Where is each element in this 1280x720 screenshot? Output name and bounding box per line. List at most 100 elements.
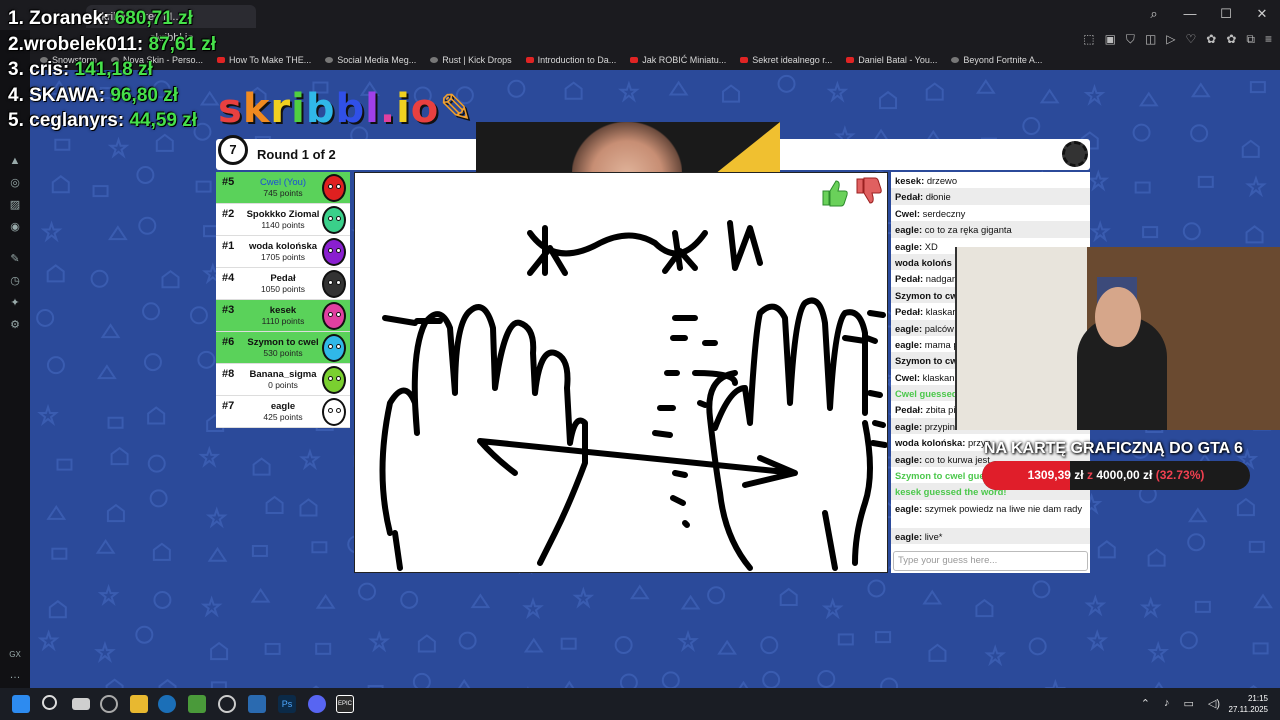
doodle-shape bbox=[707, 586, 726, 605]
minimize-icon[interactable]: — bbox=[1182, 6, 1198, 22]
doodle-shape bbox=[142, 302, 161, 321]
doodle-shape bbox=[1028, 637, 1047, 656]
player-name: Banana_sigma bbox=[249, 369, 317, 380]
address-bar: skribbl.io ⬚ ▣ ⛉ ◫ ▷ ♡ ✿ ✿ ⧉ ≡ bbox=[30, 28, 1280, 50]
doodle-shape bbox=[1087, 169, 1110, 192]
pen-icon[interactable]: ✎ bbox=[8, 252, 22, 266]
close-icon[interactable]: ✕ bbox=[1254, 6, 1270, 22]
doodle-shape bbox=[677, 629, 699, 652]
file-explorer-icon[interactable] bbox=[130, 695, 148, 713]
discord-icon[interactable] bbox=[308, 695, 326, 713]
bookmark-item[interactable]: Sekret idealnego r... bbox=[740, 55, 832, 65]
davinci-icon[interactable] bbox=[248, 695, 266, 713]
doodle-shape bbox=[264, 642, 281, 655]
gx-control-icon[interactable]: ◎ bbox=[8, 176, 22, 190]
extension-icon[interactable]: ◫ bbox=[1145, 32, 1156, 47]
player-points: 745 points bbox=[263, 188, 303, 198]
doodle-shape bbox=[837, 633, 854, 646]
chat-text: klaskan bbox=[922, 371, 955, 383]
doodle-shape bbox=[37, 403, 59, 426]
player-avatar bbox=[322, 174, 346, 202]
steam-icon[interactable] bbox=[158, 695, 176, 713]
doodle-shape bbox=[152, 542, 171, 561]
windows-start-icon[interactable] bbox=[12, 695, 30, 713]
more-icon[interactable]: … bbox=[8, 668, 22, 682]
search-icon[interactable] bbox=[42, 695, 57, 710]
player-row[interactable]: #4 Pedał 1050 points bbox=[216, 268, 350, 300]
aria-icon[interactable]: ▲ bbox=[8, 154, 22, 168]
player-row[interactable]: #3 kesek 1110 points bbox=[216, 300, 350, 332]
microphone-icon[interactable]: ♪ bbox=[1164, 697, 1170, 710]
bookmark-item[interactable]: How To Make THE... bbox=[217, 55, 311, 65]
player-row[interactable]: #1 woda kolońska 1705 points bbox=[216, 236, 350, 268]
messenger-icon[interactable]: ◉ bbox=[8, 220, 22, 234]
youtube-icon bbox=[740, 57, 749, 63]
extension-icon[interactable]: ✿ bbox=[1206, 32, 1216, 47]
puzzle-icon[interactable]: ⧉ bbox=[1246, 32, 1255, 47]
search-icon[interactable]: ⌕ bbox=[1146, 6, 1162, 22]
extension-icon[interactable]: ▣ bbox=[1105, 32, 1116, 47]
guess-input[interactable]: Type your guess here... bbox=[893, 551, 1088, 571]
doodle-shape bbox=[1039, 88, 1060, 104]
taskbar-clock[interactable]: 21:15 27.11.2025 bbox=[1229, 693, 1268, 715]
shield-icon[interactable]: ⛉ bbox=[1126, 32, 1135, 47]
settings-gear-icon[interactable] bbox=[1062, 141, 1088, 167]
settings-icon[interactable]: ⚙ bbox=[8, 318, 22, 332]
bookmark-item[interactable]: Introduction to Da... bbox=[525, 55, 616, 65]
drawing-canvas[interactable] bbox=[354, 172, 888, 573]
epic-games-icon[interactable]: EPIC bbox=[336, 695, 354, 713]
player-row[interactable]: #5 Cwel (You) 745 points bbox=[216, 172, 350, 204]
doodle-shape bbox=[210, 641, 229, 661]
maximize-icon[interactable]: ☐ bbox=[1218, 6, 1234, 22]
extensions-icon[interactable]: ✦ bbox=[8, 296, 22, 310]
player-row[interactable]: #7 eagle 425 points bbox=[216, 396, 350, 428]
opera-gx-icon[interactable] bbox=[100, 695, 118, 713]
minecraft-icon[interactable] bbox=[188, 695, 206, 713]
doodle-shape bbox=[1190, 124, 1209, 143]
bookmark-item[interactable]: Jak ROBIĆ Miniatu... bbox=[630, 55, 726, 65]
player-row[interactable]: #2 Spokkko Ziomal 1140 points bbox=[216, 204, 350, 236]
twitch-icon[interactable]: ▨ bbox=[8, 198, 22, 212]
task-view-icon[interactable] bbox=[72, 698, 90, 710]
youtube-icon bbox=[525, 57, 534, 63]
network-icon[interactable]: ▭ bbox=[1183, 697, 1193, 710]
player-row[interactable]: #8 Banana_sigma 0 points bbox=[216, 364, 350, 396]
donation-goal-title: NA KARTĘ GRAFICZNĄ DO GTA 6 bbox=[984, 440, 1243, 457]
doodle-shape bbox=[1248, 540, 1265, 553]
thumbs-down-icon[interactable] bbox=[853, 177, 883, 207]
bookmark-item[interactable]: Daniel Batal - You... bbox=[846, 55, 937, 65]
bookmark-item[interactable]: Social Media Meg... bbox=[325, 55, 416, 65]
avatar-eye bbox=[328, 216, 333, 221]
chat-text: nadgar bbox=[925, 273, 955, 285]
thumbs-up-icon[interactable] bbox=[819, 177, 849, 207]
extension-icon[interactable]: ✿ bbox=[1226, 32, 1236, 47]
doodle-shape bbox=[680, 594, 701, 610]
heart-icon[interactable]: ♡ bbox=[1186, 32, 1197, 47]
doodle-shape bbox=[1139, 596, 1162, 619]
chrome-icon[interactable] bbox=[218, 695, 236, 713]
doodle-shape bbox=[821, 597, 844, 620]
extension-icon[interactable]: ⬚ bbox=[1083, 32, 1094, 47]
volume-icon[interactable]: ◁) bbox=[1208, 697, 1220, 710]
clock-icon[interactable]: ◷ bbox=[8, 274, 22, 288]
doodle-shape bbox=[1022, 117, 1041, 136]
doodle-shape bbox=[207, 546, 228, 562]
bookmarks-bar: Snowstorm Nova Skin - Perso... How To Make… bbox=[30, 50, 1280, 70]
play-icon[interactable]: ▷ bbox=[1166, 32, 1175, 47]
menu-icon[interactable]: ≡ bbox=[1265, 32, 1272, 47]
doodle-shape bbox=[1194, 600, 1211, 613]
donation-goal-text: 1309,39 zł z 4000,00 zł (32.73%) bbox=[982, 468, 1250, 482]
chat-username: Pedał: bbox=[895, 306, 924, 318]
doodle-shape bbox=[777, 74, 796, 93]
bookmark-item[interactable]: Rust | Kick Drops bbox=[430, 55, 512, 65]
doodle-shape bbox=[251, 544, 268, 557]
doodle-shape bbox=[97, 364, 117, 380]
player-row[interactable]: #6 Szymon to cwel 530 points bbox=[216, 332, 350, 364]
donor-amount: 96,80 zł bbox=[110, 84, 179, 106]
doodle-shape bbox=[1190, 82, 1211, 98]
chevron-up-icon[interactable]: ⌃ bbox=[1141, 697, 1150, 710]
doodle-shape bbox=[1236, 497, 1255, 517]
chat-text: co to za ręka giganta bbox=[924, 224, 1012, 236]
photoshop-icon[interactable]: Ps bbox=[278, 695, 296, 713]
bookmark-item[interactable]: Beyond Fortnite A... bbox=[951, 55, 1042, 65]
